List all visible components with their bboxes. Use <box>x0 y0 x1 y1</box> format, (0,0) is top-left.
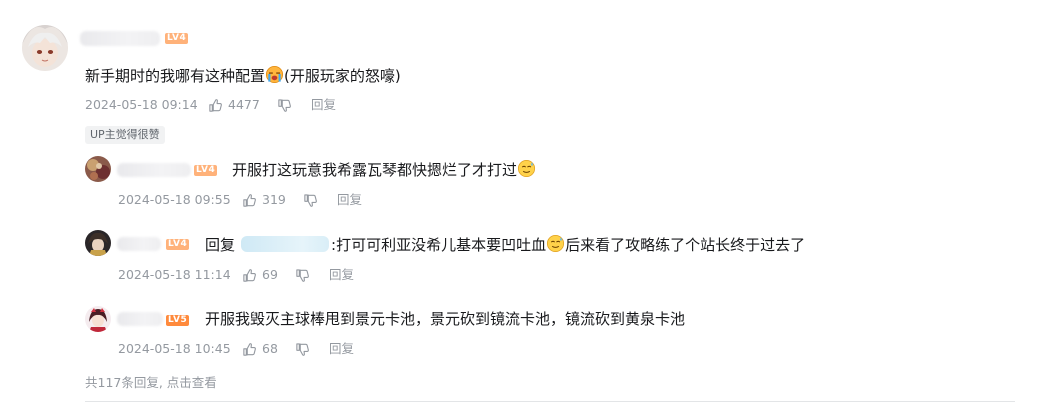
divider <box>85 401 1015 402</box>
level-badge: LV5 <box>166 315 190 326</box>
reply-text-main: 开服打这玩意我希露瓦琴都快摁烂了才打过 <box>232 161 518 179</box>
avatar[interactable] <box>85 306 111 332</box>
like-count: 68 <box>262 341 278 356</box>
username-blurred[interactable] <box>80 31 160 46</box>
dislike-button[interactable] <box>295 268 310 283</box>
like-count: 319 <box>262 192 286 207</box>
username-blurred[interactable] <box>117 312 163 326</box>
thumbs-down-icon <box>295 268 310 283</box>
reply-text-suffix: 后来看了攻略练了个站长终于过去了 <box>565 236 806 254</box>
comment-meta: 2024-05-18 09:14 <box>85 97 198 113</box>
reply-button[interactable]: 回复 <box>329 341 354 357</box>
reply-text: 开服我毁灭主球棒甩到景元卡池，景元砍到镜流卡池，镜流砍到黄泉卡池 <box>205 309 685 329</box>
dislike-button[interactable] <box>303 193 318 208</box>
reply-button[interactable]: 回复 <box>329 267 354 283</box>
level-badge: LV4 <box>194 165 218 176</box>
like-button[interactable]: 4477 <box>208 97 260 113</box>
reply-text-main: 开服我毁灭主球棒甩到景元卡池，景元砍到镜流卡池，镜流砍到黄泉卡池 <box>205 310 686 328</box>
reply-text: 开服打这玩意我希露瓦琴都快摁烂了才打过 <box>232 159 536 180</box>
sweat-emoji-icon <box>517 159 536 178</box>
thumbs-up-icon <box>242 193 257 208</box>
level-badge: LV4 <box>165 33 189 44</box>
avatar[interactable] <box>85 230 111 256</box>
reply-button[interactable]: 回复 <box>311 97 336 113</box>
thumbs-up-icon <box>208 98 223 113</box>
up-liked-badge: UP主觉得很赞 <box>85 126 165 144</box>
username-blurred[interactable] <box>117 237 161 251</box>
dislike-button[interactable] <box>295 342 310 357</box>
like-button[interactable]: 68 <box>242 341 278 357</box>
sweat-emoji-icon <box>546 234 565 253</box>
like-count: 69 <box>262 267 278 282</box>
reply-prefix: 回复 <box>205 236 236 254</box>
like-button[interactable]: 69 <box>242 267 278 283</box>
level-badge: LV4 <box>166 239 190 250</box>
reply-text: 回复 :打可可利亚没希儿基本要凹吐血 后来看了攻略练了个站长终于过去了 <box>205 234 805 255</box>
comment-text: 新手期时的我哪有这种配置 (开服玩家的怒嚎) <box>85 65 401 86</box>
thumbs-down-icon <box>295 342 310 357</box>
username-blurred[interactable] <box>117 163 191 177</box>
thumbs-up-icon <box>242 342 257 357</box>
comment-text-main: 新手期时的我哪有这种配置 <box>85 67 266 85</box>
avatar[interactable] <box>85 156 111 182</box>
avatar[interactable] <box>22 25 68 71</box>
like-count: 4477 <box>228 97 260 112</box>
reply-time: 2024-05-18 09:55 <box>118 192 231 207</box>
reply-time: 2024-05-18 10:45 <box>118 341 231 356</box>
dislike-button[interactable] <box>277 98 292 113</box>
thumbs-down-icon <box>303 193 318 208</box>
mentioned-user-blurred[interactable] <box>241 236 330 252</box>
reply-button[interactable]: 回复 <box>337 192 362 208</box>
thumbs-down-icon <box>277 98 292 113</box>
crying-emoji-icon <box>265 65 284 84</box>
comment-text-suffix: (开服玩家的怒嚎) <box>284 67 401 85</box>
comment-time: 2024-05-18 09:14 <box>85 97 198 112</box>
thumbs-up-icon <box>242 268 257 283</box>
view-all-replies-link[interactable]: 共117条回复, 点击查看 <box>85 372 217 391</box>
reply-time: 2024-05-18 11:14 <box>118 267 231 282</box>
like-button[interactable]: 319 <box>242 192 286 208</box>
reply-text-main: :打可可利亚没希儿基本要凹吐血 <box>331 236 547 254</box>
